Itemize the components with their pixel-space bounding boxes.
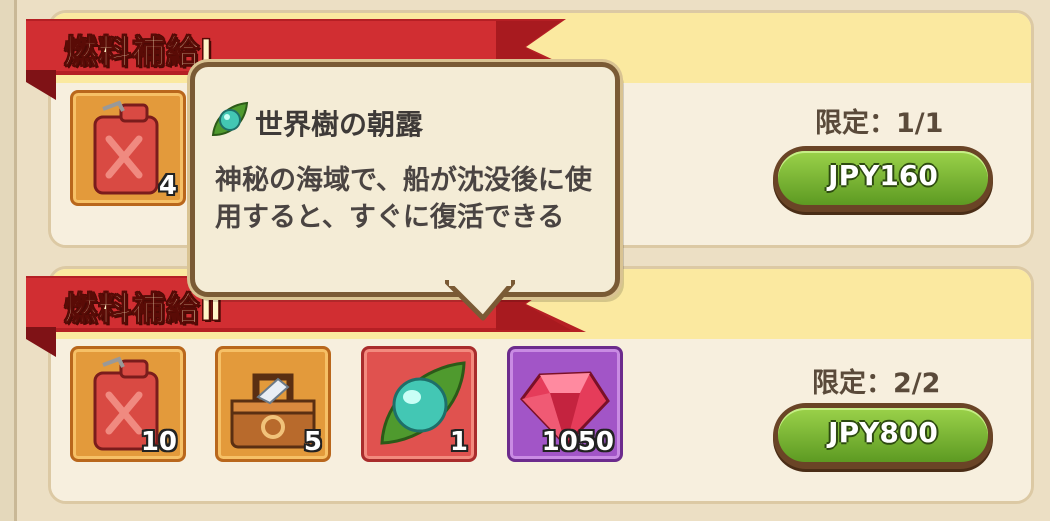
item-count: 1050: [541, 427, 614, 457]
pack-title: 燃料補給Ⅰ: [63, 32, 214, 72]
pack1-item-fuel[interactable]: 4: [70, 90, 186, 206]
tooltip-item-name: 世界樹の朝露: [255, 108, 424, 141]
item-count: 5: [303, 427, 322, 457]
tooltip-tail: [445, 280, 515, 321]
item-tooltip: 世界樹の朝露 神秘の海域で、船が沈没後に使用すると、すぐに復活できる: [190, 62, 620, 297]
buy-button-price: JPY160: [828, 159, 938, 192]
pack2-item-toolbox[interactable]: 5: [215, 346, 331, 462]
item-count: 1: [449, 427, 468, 457]
pack2-item-dew[interactable]: 1: [361, 346, 477, 462]
pack2-item-ruby[interactable]: 1050: [507, 346, 623, 462]
buy-button-2[interactable]: JPY800: [773, 403, 993, 469]
tooltip-item-description: 神秘の海域で、船が沈没後に使用すると、すぐに復活できる: [215, 165, 592, 233]
pack-limit-2: 限定：2/2: [812, 368, 941, 399]
pack2-item-fuel[interactable]: 10: [70, 346, 186, 462]
ribbon-fold: [26, 70, 56, 100]
ribbon-fold: [26, 327, 56, 357]
pack-limit-1: 限定：1/1: [815, 108, 944, 139]
buy-button-price: JPY800: [828, 416, 938, 449]
item-count: 4: [158, 171, 177, 201]
buy-button-1[interactable]: JPY160: [773, 146, 993, 212]
dew-gem-icon: [211, 101, 249, 137]
item-count: 10: [140, 427, 177, 457]
